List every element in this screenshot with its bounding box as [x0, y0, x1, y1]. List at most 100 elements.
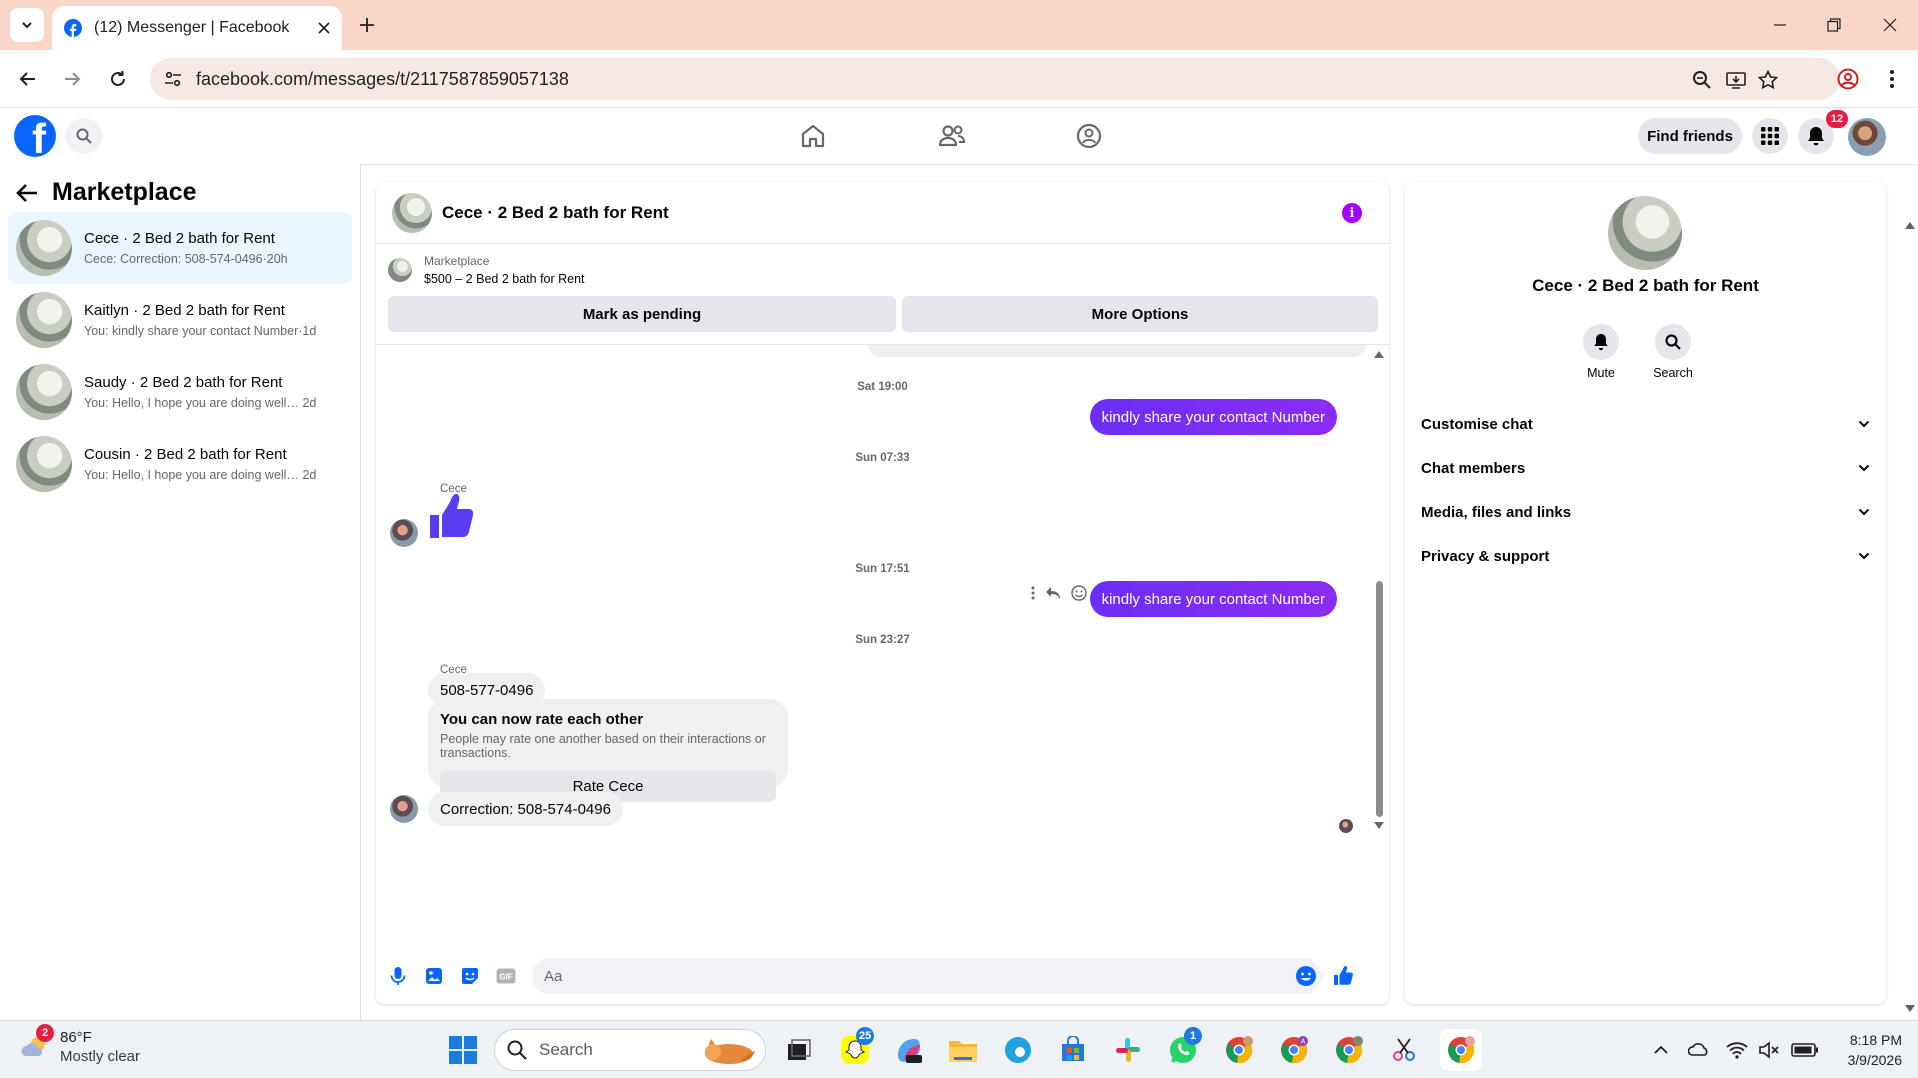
- emoji-icon[interactable]: [1292, 962, 1320, 990]
- new-tab-button[interactable]: [352, 10, 382, 40]
- task-view-icon[interactable]: [782, 1033, 816, 1067]
- tab-search-button[interactable]: [10, 8, 44, 42]
- send-like-icon[interactable]: [1330, 962, 1358, 990]
- mute-button[interactable]: Mute: [1571, 324, 1631, 380]
- chrome-profile-3-icon[interactable]: [1332, 1033, 1366, 1067]
- rating-title: You can now rate each other: [440, 711, 644, 728]
- browser-profile-button[interactable]: [1832, 63, 1864, 95]
- voice-clip-icon[interactable]: [384, 962, 412, 990]
- battery-icon[interactable]: [1790, 1039, 1820, 1061]
- sidebar-title: Marketplace: [52, 178, 197, 206]
- conversation-preview: Cece: Correction: 508-574-0496: [84, 252, 263, 266]
- chrome-profile-2-icon[interactable]: A: [1277, 1033, 1311, 1067]
- info-avatar[interactable]: [1608, 196, 1682, 270]
- chat-title[interactable]: Cece · 2 Bed 2 bath for Rent: [442, 203, 669, 223]
- whatsapp-badge: 1: [1184, 1027, 1202, 1045]
- facebook-logo-icon[interactable]: f: [14, 115, 56, 157]
- facebook-search-button[interactable]: [66, 118, 102, 154]
- thumbs-up-icon[interactable]: [428, 493, 478, 539]
- bookmark-star-icon[interactable]: [1756, 68, 1780, 92]
- windows-start-icon[interactable]: [446, 1033, 480, 1067]
- browser-tab[interactable]: (12) Messenger | Facebook: [52, 6, 342, 50]
- microsoft-365-icon[interactable]: [892, 1033, 926, 1067]
- sticker-icon[interactable]: [456, 962, 484, 990]
- page-scroll-up-icon[interactable]: [1904, 220, 1916, 230]
- minimize-button[interactable]: [1760, 10, 1800, 40]
- edge-browser-icon[interactable]: [1001, 1033, 1035, 1067]
- chrome-active-icon[interactable]: [1440, 1029, 1482, 1071]
- outgoing-message[interactable]: kindly share your contact Number: [1089, 581, 1337, 617]
- info-icon[interactable]: i: [1342, 203, 1362, 223]
- close-tab-icon[interactable]: [318, 22, 330, 34]
- back-button[interactable]: [12, 63, 44, 95]
- more-options-button[interactable]: More Options: [902, 296, 1378, 332]
- home-nav-button[interactable]: [793, 116, 833, 156]
- whatsapp-icon[interactable]: 1: [1166, 1027, 1202, 1067]
- show-hidden-icons-chevron-icon[interactable]: [1650, 1039, 1672, 1061]
- file-explorer-icon[interactable]: [946, 1033, 980, 1067]
- sender-avatar[interactable]: [390, 795, 418, 823]
- conversation-item[interactable]: Cousin · 2 Bed 2 bath for Rent You: Hell…: [8, 428, 352, 500]
- minimize-icon: [1774, 24, 1786, 26]
- system-clock[interactable]: 8:18 PM 3/9/2026: [1832, 1030, 1903, 1070]
- back-arrow-icon[interactable]: [16, 183, 38, 203]
- conversation-item[interactable]: Cece · 2 Bed 2 bath for Rent Cece: Corre…: [8, 212, 352, 284]
- section-label: Customise chat: [1421, 415, 1533, 433]
- profile-avatar[interactable]: [1848, 118, 1886, 156]
- reload-button[interactable]: [102, 63, 134, 95]
- url-text[interactable]: facebook.com/messages/t/2117587859057138: [196, 69, 569, 90]
- chat-scrollbar-thumb[interactable]: [1376, 581, 1383, 817]
- svg-text:GIF: GIF: [499, 973, 512, 982]
- conversation-item[interactable]: Kaitlyn · 2 Bed 2 bath for Rent You: kin…: [8, 284, 352, 356]
- outgoing-message[interactable]: kindly share your contact Number: [1089, 399, 1337, 435]
- zoom-icon[interactable]: [1690, 68, 1714, 92]
- more-vertical-icon[interactable]: [1031, 586, 1035, 600]
- slack-icon[interactable]: [1111, 1033, 1145, 1067]
- timestamp: Sat 19:00: [857, 381, 908, 393]
- timestamp: Sun 17:51: [855, 563, 910, 575]
- close-window-button[interactable]: [1870, 10, 1910, 40]
- volume-muted-icon[interactable]: [1758, 1039, 1780, 1061]
- reply-icon[interactable]: [1045, 586, 1061, 600]
- scroll-down-arrow-icon[interactable]: [1373, 821, 1385, 831]
- find-friends-button[interactable]: Find friends: [1638, 118, 1742, 154]
- microsoft-store-icon[interactable]: [1056, 1033, 1090, 1067]
- search-conversation-button[interactable]: Search: [1643, 324, 1703, 380]
- mark-as-pending-button[interactable]: Mark as pending: [388, 296, 896, 332]
- media-files-links-section[interactable]: Media, files and links: [1405, 490, 1886, 534]
- onedrive-icon[interactable]: [1688, 1039, 1710, 1061]
- scroll-up-arrow-icon[interactable]: [1373, 349, 1385, 359]
- section-label: Privacy & support: [1421, 547, 1550, 565]
- chat-avatar[interactable]: [392, 192, 432, 233]
- snipping-tool-icon[interactable]: [1387, 1033, 1421, 1067]
- browser-menu-button[interactable]: [1876, 63, 1908, 95]
- wifi-icon[interactable]: [1726, 1039, 1748, 1061]
- incoming-message[interactable]: Correction: 508-574-0496: [428, 792, 623, 826]
- sender-avatar[interactable]: [390, 519, 418, 547]
- privacy-support-section[interactable]: Privacy & support: [1405, 534, 1886, 578]
- install-app-icon[interactable]: [1724, 68, 1748, 92]
- react-emoji-icon[interactable]: [1071, 585, 1087, 601]
- gif-icon[interactable]: GIF: [492, 962, 520, 990]
- marketplace-listing[interactable]: Marketplace $500 – 2 Bed 2 bath for Rent: [388, 254, 585, 286]
- groups-nav-button[interactable]: [1069, 116, 1109, 156]
- chat-info-panel: Cece · 2 Bed 2 bath for Rent Mute Search…: [1405, 182, 1886, 1004]
- chat-members-section[interactable]: Chat members: [1405, 446, 1886, 490]
- chat-panel: Cece · 2 Bed 2 bath for Rent i Marketpla…: [376, 182, 1389, 1004]
- search-label: Search: [1653, 366, 1693, 380]
- attach-photo-icon[interactable]: [420, 962, 448, 990]
- address-bar[interactable]: facebook.com/messages/t/2117587859057138: [150, 58, 1840, 100]
- message-input[interactable]: [532, 958, 1322, 994]
- taskbar-search-box[interactable]: Search: [494, 1029, 766, 1071]
- snapchat-icon[interactable]: 25: [838, 1027, 875, 1067]
- weather-widget[interactable]: 2 86°F Mostly clear: [20, 1024, 140, 1065]
- menu-button[interactable]: [1752, 118, 1788, 154]
- restore-button[interactable]: [1814, 10, 1854, 40]
- conversation-item[interactable]: Saudy · 2 Bed 2 bath for Rent You: Hello…: [8, 356, 352, 428]
- customise-chat-section[interactable]: Customise chat: [1405, 402, 1886, 446]
- friends-nav-button[interactable]: [932, 116, 972, 156]
- site-settings-icon[interactable]: [164, 70, 182, 88]
- chrome-profile-1-icon[interactable]: [1222, 1033, 1256, 1067]
- page-scroll-down-icon[interactable]: [1904, 1004, 1916, 1014]
- forward-button[interactable]: [56, 63, 88, 95]
